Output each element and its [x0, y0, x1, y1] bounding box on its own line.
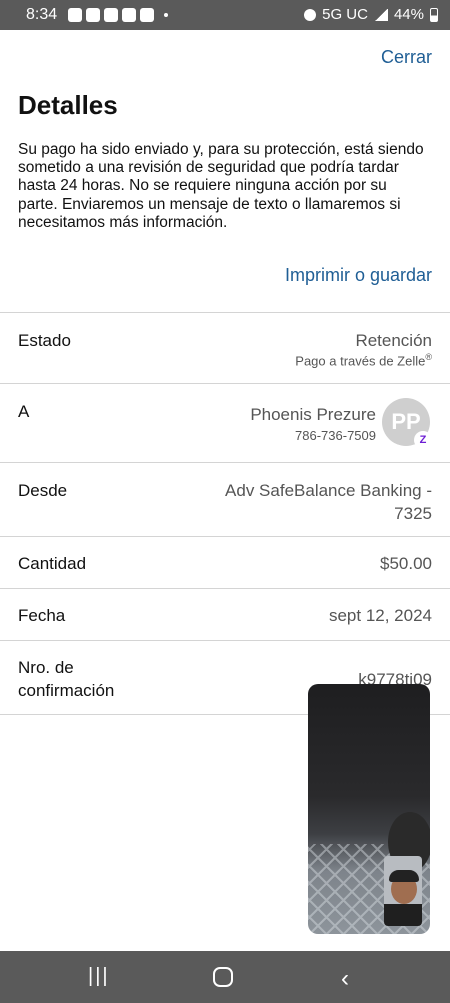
- self-view-thumbnail[interactable]: [384, 856, 422, 926]
- status-time: 8:34: [26, 6, 58, 23]
- amount-value: $50.00: [380, 554, 432, 573]
- network-label: 5G UC: [322, 6, 368, 23]
- divider: [0, 640, 450, 641]
- date-value: sept 12, 2024: [328, 606, 432, 625]
- status-value: Retención: [355, 331, 432, 350]
- notification-icons: [68, 8, 168, 22]
- avatar-initials: PP: [391, 409, 421, 434]
- from-label: Desde: [18, 481, 68, 500]
- divider: [0, 312, 450, 313]
- self-view-cap: [389, 870, 419, 882]
- back-button[interactable]: ‹: [341, 965, 349, 993]
- page-title: Detalles: [18, 90, 118, 120]
- alarm-icon: [304, 8, 317, 21]
- divider: [0, 588, 450, 589]
- zelle-badge-letter: Z: [419, 434, 427, 446]
- battery-icon: [430, 7, 438, 22]
- video-call-overlay[interactable]: [308, 684, 430, 934]
- zelle-payment-note: Pago a través de Zelle®: [295, 352, 432, 368]
- status-right: 5G UC 44%: [304, 6, 438, 23]
- recents-button[interactable]: |||: [88, 965, 110, 988]
- security-review-notice: Su pago ha sido enviado y, para su prote…: [18, 141, 424, 231]
- divider: [0, 462, 450, 463]
- messenger-icon: [104, 8, 118, 22]
- confirmation-label-line1: Nro. de: [18, 658, 74, 677]
- date-label: Fecha: [18, 606, 66, 625]
- youtube-icon: [140, 8, 154, 22]
- zelle-icon: Z: [414, 431, 432, 449]
- close-button[interactable]: Cerrar: [381, 47, 432, 68]
- signal-icon: [373, 8, 388, 21]
- more-notifications-dot: [164, 13, 168, 17]
- confirmation-label-line2: confirmación: [18, 681, 115, 700]
- whatsapp-icon: [86, 8, 100, 22]
- system-nav-bar: ||| ‹: [0, 951, 450, 1003]
- facebook-icon: [122, 8, 136, 22]
- battery-percent: 44%: [393, 6, 424, 23]
- status-label: Estado: [18, 331, 71, 350]
- recipient-name: Phoenis Prezure: [250, 405, 376, 424]
- print-or-save-link[interactable]: Imprimir o guardar: [285, 265, 432, 286]
- zelle-payment-text: Pago a través de Zelle: [295, 353, 426, 369]
- from-account-line1: Adv SafeBalance Banking -: [225, 481, 432, 500]
- amount-label: Cantidad: [18, 554, 87, 573]
- recipient-label: A: [18, 402, 30, 421]
- from-account-line2: 7325: [394, 504, 432, 523]
- divider: [0, 536, 450, 537]
- recipient-phone: 786-736-7509: [295, 428, 376, 443]
- home-icon[interactable]: [213, 967, 233, 987]
- self-view-shirt: [384, 904, 422, 926]
- video-notification-icon: [68, 8, 82, 22]
- divider: [0, 383, 450, 384]
- status-bar: 8:34 5G UC 44%: [0, 0, 450, 30]
- registered-mark: ®: [425, 352, 432, 362]
